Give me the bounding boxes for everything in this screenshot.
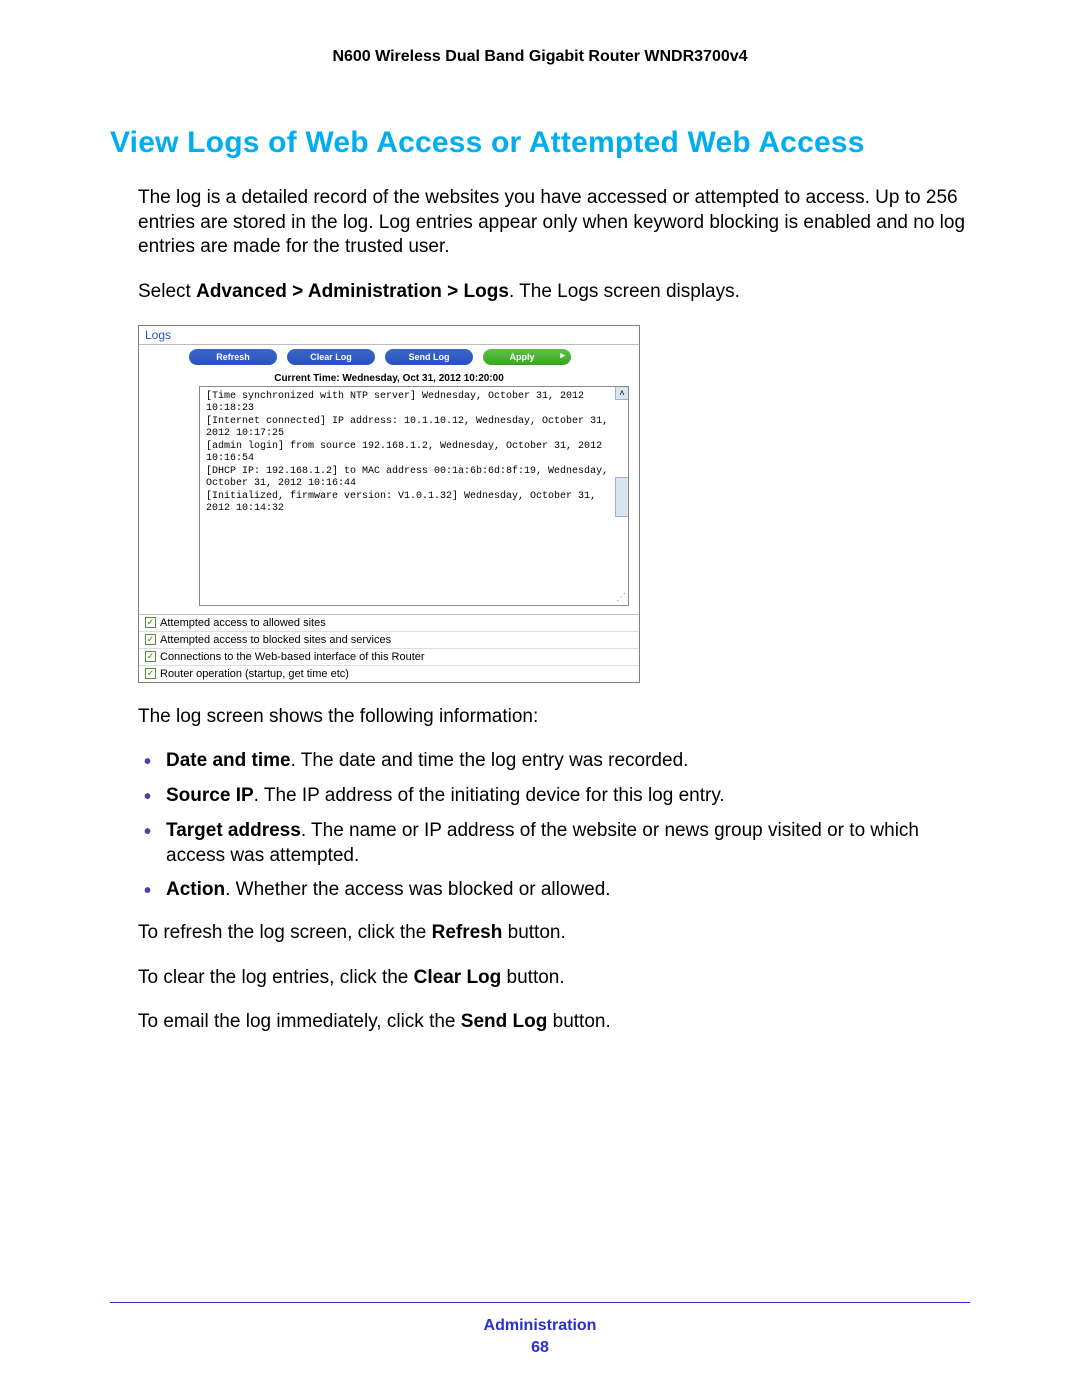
option-row-router-operation[interactable]: ✓ Router operation (startup, get time et… bbox=[139, 666, 639, 682]
nav-pre: Select bbox=[138, 281, 196, 302]
option-label: Attempted access to allowed sites bbox=[160, 617, 326, 629]
bullet-desc: . The date and time the log entry was re… bbox=[291, 750, 689, 771]
checkbox-icon[interactable]: ✓ bbox=[145, 651, 156, 662]
bullet-term: Action bbox=[166, 879, 225, 900]
nav-post: . The Logs screen displays. bbox=[509, 281, 740, 302]
nav-instruction: Select Advanced > Administration > Logs.… bbox=[138, 280, 970, 305]
instr-pre: To clear the log entries, click the bbox=[138, 967, 414, 988]
instruction-refresh: To refresh the log screen, click the Ref… bbox=[138, 921, 970, 946]
logs-tab-label: Logs bbox=[139, 326, 639, 345]
scroll-up-icon[interactable]: ˄ bbox=[615, 386, 629, 400]
instr-bold: Clear Log bbox=[414, 967, 502, 988]
bullet-source-ip: Source IP. The IP address of the initiat… bbox=[138, 784, 970, 809]
checkbox-icon[interactable]: ✓ bbox=[145, 668, 156, 679]
footer-section-name: Administration bbox=[110, 1317, 970, 1335]
instr-post: button. bbox=[501, 967, 564, 988]
info-bullets: Date and time. The date and time the log… bbox=[138, 749, 970, 902]
bullet-date-time: Date and time. The date and time the log… bbox=[138, 749, 970, 774]
option-label: Connections to the Web-based interface o… bbox=[160, 651, 425, 663]
bullet-term: Date and time bbox=[166, 750, 291, 771]
bullet-action: Action. Whether the access was blocked o… bbox=[138, 878, 970, 903]
instr-bold: Send Log bbox=[461, 1011, 548, 1032]
product-header: N600 Wireless Dual Band Gigabit Router W… bbox=[110, 48, 970, 66]
scroll-handle[interactable] bbox=[615, 477, 629, 517]
log-content: [Time synchronized with NTP server] Wedn… bbox=[200, 387, 628, 520]
bullet-desc: . The IP address of the initiating devic… bbox=[254, 785, 725, 806]
send-log-button[interactable]: Send Log bbox=[385, 349, 473, 365]
option-row-allowed[interactable]: ✓ Attempted access to allowed sites bbox=[139, 615, 639, 632]
bullet-term: Source IP bbox=[166, 785, 254, 806]
resize-grip-icon[interactable]: ⋰ bbox=[616, 592, 626, 603]
log-options: ✓ Attempted access to allowed sites ✓ At… bbox=[139, 614, 639, 682]
instr-pre: To refresh the log screen, click the bbox=[138, 922, 432, 943]
page-footer: Administration 68 bbox=[110, 1302, 970, 1357]
page-title: View Logs of Web Access or Attempted Web… bbox=[110, 126, 970, 160]
bullet-term: Target address bbox=[166, 820, 301, 841]
option-label: Attempted access to blocked sites and se… bbox=[160, 634, 391, 646]
logs-screenshot: Logs Refresh Clear Log Send Log Apply Cu… bbox=[138, 325, 640, 683]
bullet-target-address: Target address. The name or IP address o… bbox=[138, 819, 970, 868]
instr-post: button. bbox=[502, 922, 565, 943]
instruction-clear: To clear the log entries, click the Clea… bbox=[138, 966, 970, 991]
instr-pre: To email the log immediately, click the bbox=[138, 1011, 461, 1032]
logs-toolbar: Refresh Clear Log Send Log Apply bbox=[139, 345, 639, 369]
checkbox-icon[interactable]: ✓ bbox=[145, 634, 156, 645]
nav-path: Advanced > Administration > Logs bbox=[196, 281, 509, 302]
current-time-label: Current Time: Wednesday, Oct 31, 2012 10… bbox=[139, 369, 639, 386]
intro-paragraph: The log is a detailed record of the webs… bbox=[138, 186, 970, 260]
clear-log-button[interactable]: Clear Log bbox=[287, 349, 375, 365]
option-label: Router operation (startup, get time etc) bbox=[160, 668, 349, 680]
option-row-web-connections[interactable]: ✓ Connections to the Web-based interface… bbox=[139, 649, 639, 666]
log-textarea[interactable]: [Time synchronized with NTP server] Wedn… bbox=[199, 386, 629, 606]
checkbox-icon[interactable]: ✓ bbox=[145, 617, 156, 628]
instruction-send: To email the log immediately, click the … bbox=[138, 1010, 970, 1035]
option-row-blocked[interactable]: ✓ Attempted access to blocked sites and … bbox=[139, 632, 639, 649]
refresh-button[interactable]: Refresh bbox=[189, 349, 277, 365]
log-info-intro: The log screen shows the following infor… bbox=[138, 705, 970, 730]
footer-divider bbox=[110, 1302, 970, 1303]
instr-post: button. bbox=[547, 1011, 610, 1032]
footer-page-number: 68 bbox=[110, 1339, 970, 1357]
instr-bold: Refresh bbox=[432, 922, 503, 943]
bullet-desc: . Whether the access was blocked or allo… bbox=[225, 879, 610, 900]
apply-button[interactable]: Apply bbox=[483, 349, 571, 365]
